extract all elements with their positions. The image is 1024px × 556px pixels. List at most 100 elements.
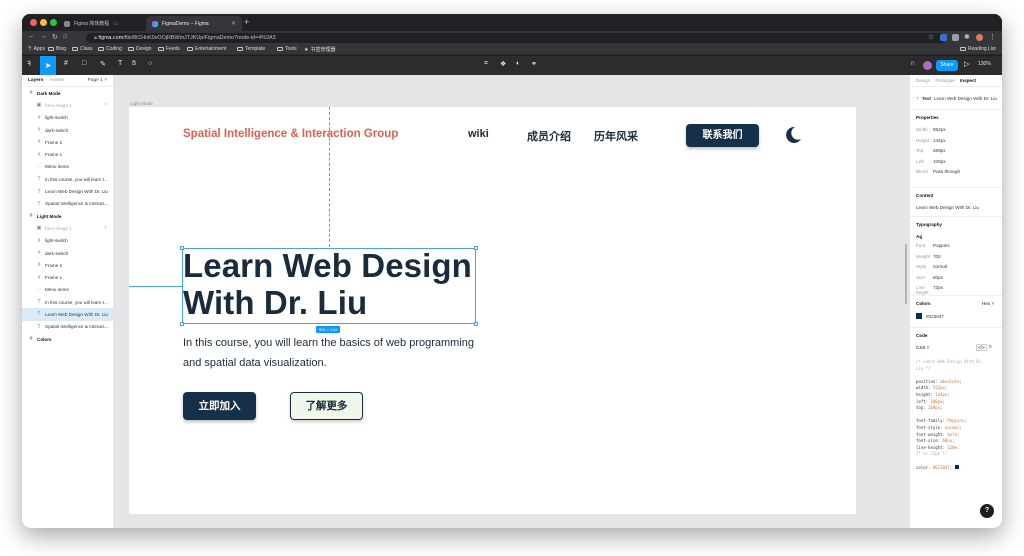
resize-handle[interactable] (180, 246, 184, 250)
site-logo[interactable]: Spatial Intelligence & Interaction Group (183, 128, 398, 140)
present-play-icon[interactable]: ▷ (964, 60, 969, 68)
layer-item[interactable]: ⋯ Menu items (22, 161, 113, 173)
layer-item[interactable]: # Light Mode (22, 210, 113, 222)
layer-item[interactable]: T In this course, you will learn t... (22, 173, 113, 185)
bookmark-manager[interactable]: ★ 书签管理器 (304, 46, 336, 54)
minimize-window-icon[interactable] (40, 19, 47, 26)
chevron-down-icon[interactable]: ˅ (104, 225, 107, 231)
layer-item[interactable]: # Frame 2 (22, 259, 113, 271)
property-value[interactable]: 60px (933, 275, 943, 280)
browser-tab-1[interactable]: Figma 简体教程 ▭ (58, 16, 146, 31)
reading-list[interactable]: Reading List (960, 46, 996, 52)
resize-handle[interactable] (474, 322, 478, 326)
layer-item[interactable]: # dark-switch (22, 247, 113, 259)
bookmark-feeds[interactable]: Feeds (158, 46, 180, 52)
resize-handle[interactable] (180, 322, 184, 326)
extensions-puzzle-icon[interactable]: ✱ (964, 33, 970, 41)
layer-item[interactable]: T Learn Web Design With Dr. Liu (22, 185, 113, 197)
close-tab-icon[interactable]: ✕ (231, 20, 236, 27)
layer-item[interactable]: ▣ hero image 1 ˅ (22, 99, 113, 111)
layer-item[interactable]: # Frame 1 (22, 148, 113, 160)
home-icon[interactable]: ⌂ (63, 33, 67, 40)
frame-tool-icon[interactable]: # (64, 60, 68, 67)
layer-item[interactable]: T Spatial Intelligence & Interact... (22, 321, 113, 333)
tab-prototype[interactable]: Prototype (935, 78, 955, 83)
color-format-select[interactable]: Hex ˅ (982, 301, 994, 306)
bookmark-template[interactable]: Template (237, 46, 265, 52)
learn-more-button[interactable]: 了解更多 (290, 392, 363, 420)
bookmark-star-icon[interactable]: ☆ (928, 33, 934, 41)
bookmark-blog[interactable]: Blog (48, 46, 66, 52)
user-avatar[interactable] (923, 61, 932, 70)
tab-assets[interactable]: Assets (49, 78, 63, 83)
bookmark-coding[interactable]: Coding (98, 46, 122, 52)
link-icon[interactable]: ⚭ (531, 60, 537, 68)
property-value[interactable]: 72px (933, 285, 943, 295)
headphones-icon[interactable]: ∩ (910, 60, 915, 67)
light-mode-frame[interactable]: Spatial Intelligence & Interaction Group… (129, 107, 856, 514)
text-tool-icon[interactable]: T (118, 60, 122, 67)
property-value[interactable]: 100px (933, 159, 946, 164)
rectangle-tool-icon[interactable]: □ (82, 60, 86, 67)
css-code-block[interactable]: /* Learn Web Design With Dr. Liu */ posit… (916, 359, 983, 471)
property-value[interactable]: 700 (933, 254, 941, 259)
nav-link-history[interactable]: 历年风采 (594, 128, 638, 144)
layer-item[interactable]: ▣ hero image 1 ˅ (22, 222, 113, 234)
browser-menu-icon[interactable]: ⋮ (989, 33, 996, 41)
tab-layers[interactable]: Layers (28, 78, 43, 83)
nav-link-members[interactable]: 成员介绍 (527, 128, 571, 144)
profile-avatar-icon[interactable] (976, 34, 983, 41)
color-row[interactable]: #023047 (916, 313, 998, 319)
contact-button[interactable]: 联系我们 (686, 124, 759, 147)
layer-item[interactable]: T Spatial Intelligence & Interact... (22, 198, 113, 210)
layer-item[interactable]: # Frame 1 (22, 271, 113, 283)
layer-item[interactable]: # Frame 2 (22, 136, 113, 148)
bookmark-entertainment[interactable]: Entertainment (187, 46, 226, 52)
layer-item[interactable]: # light-switch (22, 235, 113, 247)
close-window-icon[interactable] (30, 19, 37, 26)
property-value[interactable]: Pass through (933, 169, 960, 174)
dark-mode-moon-icon[interactable] (783, 125, 803, 145)
component-icon[interactable]: ❖ (500, 60, 506, 68)
layer-item[interactable]: ⋯ Menu items (22, 284, 113, 296)
new-tab-icon[interactable]: + (244, 17, 249, 27)
hand-tool-icon[interactable]: ✋︎ (132, 60, 136, 68)
tab-design[interactable]: Design (916, 78, 930, 83)
layer-item[interactable]: T Learn Web Design With Dr. Liu (22, 308, 113, 321)
layer-item[interactable]: # Colors (22, 333, 113, 345)
hero-subtext[interactable]: In this course, you will learn the basic… (183, 334, 523, 373)
copy-code-icon[interactable]: ≡ (989, 344, 992, 349)
pen-tool-icon[interactable]: ✎ (100, 60, 106, 68)
property-value[interactable]: Poppins (933, 243, 950, 248)
page-selector[interactable]: Page 1 ˅ (88, 78, 107, 83)
chevron-down-icon[interactable]: ˅ (104, 102, 107, 108)
property-value[interactable]: 144px (933, 138, 946, 143)
url-input[interactable]: 🔒︎ figma.com/file/8iCHnK0vOOjRBWmJTJKUp/… (86, 33, 946, 43)
tab-inspect[interactable]: Inspect (960, 78, 976, 83)
design-canvas[interactable]: Light Mode Spatial Intelligence & Intera… (114, 75, 909, 528)
layer-item[interactable]: # dark-switch (22, 124, 113, 136)
bookmark-tools[interactable]: Tools (277, 46, 297, 52)
property-value[interactable]: 552px (933, 127, 946, 132)
extension-icon[interactable] (952, 34, 959, 41)
browser-tab-2[interactable]: FigmaDemo – Figma ✕ (146, 16, 242, 31)
contrast-icon[interactable]: ◐ (516, 60, 520, 67)
property-value[interactable]: 269px (933, 148, 946, 153)
share-button[interactable]: Share (936, 60, 958, 71)
content-value[interactable]: Learn Web Design With Dr. Liu (916, 205, 998, 210)
code-view-icon[interactable]: </> (976, 344, 987, 351)
layer-item[interactable]: T In this course, you will learn t... (22, 296, 113, 308)
zoom-level[interactable]: 130% (978, 61, 991, 67)
join-now-button[interactable]: 立即加入 (183, 392, 256, 420)
comment-tool-icon[interactable]: ○ (148, 60, 152, 67)
figma-menu-icon[interactable]: ꟻ (27, 60, 31, 68)
move-tool-icon[interactable]: ➤ (40, 56, 56, 75)
extension-icon[interactable] (940, 34, 947, 41)
code-language-select[interactable]: CSS ˅ (916, 345, 929, 350)
back-icon[interactable]: ← (28, 33, 35, 40)
reload-icon[interactable]: ↻ (52, 33, 58, 41)
bookmark-class[interactable]: Class (72, 46, 93, 52)
nav-link-wiki[interactable]: wiki (468, 128, 489, 140)
canvas-scrollbar[interactable] (905, 244, 907, 304)
layer-item[interactable]: # light-switch (22, 112, 113, 124)
